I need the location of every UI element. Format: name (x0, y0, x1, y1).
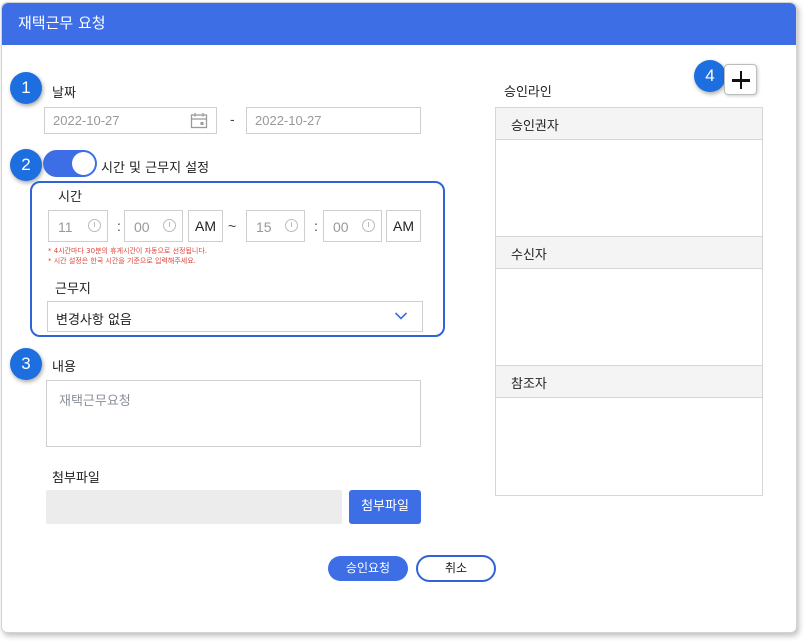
dialog-title: 재택근무 요청 (18, 14, 106, 32)
clock-icon (285, 219, 298, 232)
dialog-header: 재택근무 요청 (2, 3, 796, 45)
end-minute-value: 00 (333, 219, 349, 235)
approver-panel: 승인권자 (495, 107, 763, 238)
content-label: 내용 (52, 360, 76, 375)
step-badge-1: 1 (10, 72, 42, 104)
attach-file-button[interactable]: 첨부파일 (349, 490, 421, 524)
start-date-input[interactable]: 2022-10-27 (44, 107, 217, 134)
approver-panel-header: 승인권자 (496, 108, 762, 140)
chevron-down-icon (394, 312, 408, 320)
step-badge-4: 4 (694, 60, 726, 92)
remote-work-request-dialog: 재택근무 요청 1 날짜 2022-10-27 - 2022-10-27 2 시… (1, 2, 797, 633)
date-label: 날짜 (52, 86, 76, 101)
workplace-select[interactable]: 변경사항 없음 (47, 301, 423, 332)
start-hour-value: 11 (58, 219, 73, 235)
end-minute-input[interactable]: 00 (323, 210, 382, 242)
reference-panel-header: 참조자 (496, 366, 762, 398)
start-hour-input[interactable]: 11 (48, 210, 108, 242)
receiver-panel-header: 수신자 (496, 237, 762, 269)
time-label: 시간 (58, 190, 82, 205)
time-workplace-toggle[interactable] (43, 150, 97, 177)
receiver-panel: 수신자 (495, 236, 763, 367)
clock-icon (163, 219, 176, 232)
toggle-knob (72, 152, 95, 175)
request-approval-button[interactable]: 승인요청 (328, 556, 408, 581)
start-minute-input[interactable]: 00 (124, 210, 183, 242)
workplace-label: 근무지 (55, 282, 91, 297)
clock-icon (88, 219, 101, 232)
start-ampm-button[interactable]: AM (188, 210, 223, 242)
approval-line-title: 승인라인 (504, 85, 552, 100)
step-badge-2: 2 (10, 149, 42, 181)
end-hour-input[interactable]: 15 (246, 210, 305, 242)
attachment-label: 첨부파일 (52, 471, 100, 486)
end-date-value: 2022-10-27 (255, 113, 322, 128)
calendar-icon[interactable] (190, 112, 208, 129)
end-hour-value: 15 (256, 219, 272, 235)
break-time-note: * 4시간마다 30분의 휴게시간이 자동으로 선정됩니다. (48, 247, 208, 255)
time-workplace-toggle-label: 시간 및 근무지 설정 (101, 161, 210, 176)
add-approver-button[interactable] (724, 64, 757, 95)
time-range-separator: ~ (228, 218, 237, 234)
time-colon: : (117, 218, 121, 234)
start-date-value: 2022-10-27 (53, 113, 120, 128)
time-colon: : (314, 218, 318, 234)
timezone-note: * 시간 설정은 한국 시간을 기준으로 입력해주세요. (48, 257, 196, 265)
attachment-filename-field (46, 490, 342, 524)
cancel-button[interactable]: 취소 (416, 555, 496, 582)
workplace-selected-value: 변경사항 없음 (56, 313, 132, 328)
reference-panel: 참조자 (495, 365, 763, 496)
end-ampm-button[interactable]: AM (386, 210, 421, 242)
content-placeholder: 재택근무요청 (59, 394, 131, 409)
end-date-input[interactable]: 2022-10-27 (246, 107, 421, 134)
date-range-separator: - (230, 111, 235, 127)
content-textarea[interactable]: 재택근무요청 (46, 380, 421, 447)
start-minute-value: 00 (134, 219, 150, 235)
step-badge-3: 3 (10, 348, 42, 380)
clock-icon (362, 219, 375, 232)
